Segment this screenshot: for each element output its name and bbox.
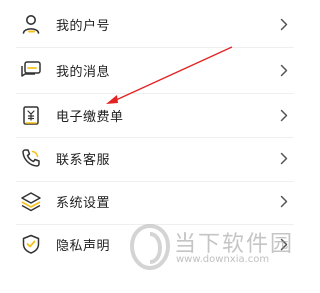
menu-item-my-messages[interactable]: 我的消息: [0, 48, 310, 92]
layers-icon: [20, 190, 42, 212]
chevron-right-icon: [278, 237, 290, 251]
chevron-right-icon: [278, 194, 290, 208]
shield-icon: [20, 233, 42, 255]
chevron-right-icon: [278, 63, 290, 77]
user-icon: [20, 13, 42, 35]
menu-item-privacy[interactable]: 隐私声明: [0, 222, 310, 266]
chevron-right-icon: [278, 151, 290, 165]
menu-item-customer-service[interactable]: 联系客服: [0, 136, 310, 180]
chevron-right-icon: [278, 108, 290, 122]
message-icon: [20, 59, 42, 81]
menu-item-label: 隐私声明: [56, 238, 111, 254]
bill-icon: [20, 104, 42, 126]
chevron-right-icon: [278, 17, 290, 31]
menu-item-system-settings[interactable]: 系统设置: [0, 179, 310, 223]
menu-item-label: 我的消息: [56, 64, 111, 80]
settings-menu: 我的户号 我的消息 电子缴费单 联系客服 系统设置 隐私声明: [0, 0, 310, 293]
menu-item-label: 我的户号: [56, 18, 111, 34]
phone-icon: [20, 147, 42, 169]
menu-item-my-account[interactable]: 我的户号: [0, 2, 310, 46]
menu-item-e-bill[interactable]: 电子缴费单: [0, 93, 310, 137]
menu-item-label: 联系客服: [56, 152, 111, 168]
menu-item-label: 系统设置: [56, 195, 111, 211]
menu-item-label: 电子缴费单: [56, 109, 124, 125]
